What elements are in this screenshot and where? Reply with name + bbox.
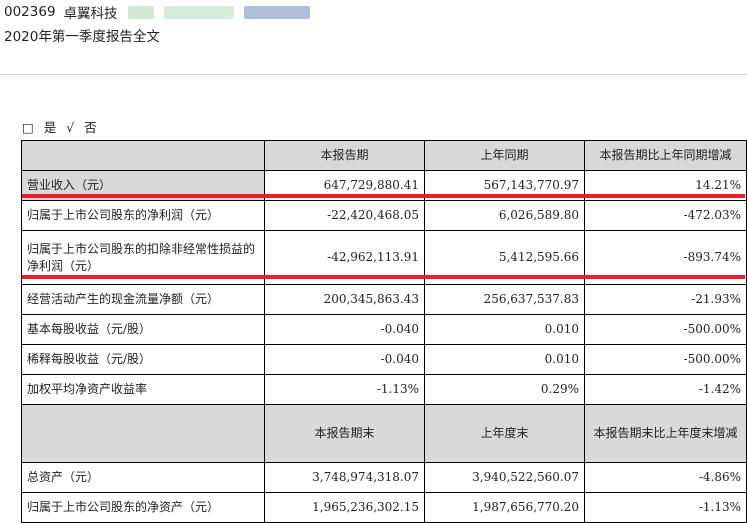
table-row: 加权平均净资产收益率 -1.13% 0.29% -1.42% xyxy=(21,374,747,405)
prior-value: 1,987,656,770.20 xyxy=(424,492,585,523)
change-value: -21.93% xyxy=(584,284,747,315)
header-cell: 上年同期 xyxy=(424,140,585,171)
prior-value: 256,637,537.83 xyxy=(424,284,585,315)
row-label: 归属于上市公司股东的净利润（元） xyxy=(21,200,265,231)
table-row: 稀释每股收益（元/股） -0.040 0.010 -500.00% xyxy=(21,344,747,375)
highlight-underline xyxy=(22,275,745,279)
row-label: 经营活动产生的现金流量净额（元） xyxy=(21,284,265,315)
checkmark-icon: √ xyxy=(66,120,75,135)
change-value: -500.00% xyxy=(584,344,747,375)
document-header: 002369 卓翼科技 xyxy=(4,2,310,22)
prior-value: 3,940,522,560.07 xyxy=(424,462,585,493)
prior-value: 6,026,589.80 xyxy=(424,200,585,231)
redacted-block xyxy=(127,5,154,19)
row-label: 总资产（元） xyxy=(21,462,265,493)
header-cell: 本报告期比上年同期增减 xyxy=(584,140,747,171)
current-value: -0.040 xyxy=(264,314,425,345)
current-value: -22,420,468.05 xyxy=(264,200,425,231)
table-row: 归属于上市公司股东的净利润（元） -22,420,468.05 6,026,58… xyxy=(21,200,747,231)
current-value: 1,965,236,302.15 xyxy=(264,492,425,523)
header-divider xyxy=(0,74,747,75)
header-cell: 本报告期 xyxy=(264,140,425,171)
current-value: -0.040 xyxy=(264,344,425,375)
document-title: 2020年第一季度报告全文 xyxy=(4,29,160,45)
table-header-row: 本报告期末 上年度末 本报告期末比上年度末增减 xyxy=(21,404,747,463)
choice-yes-label: 是 xyxy=(43,120,57,135)
table-row: 归属于上市公司股东的净资产（元） 1,965,236,302.15 1,987,… xyxy=(21,492,747,523)
row-label: 稀释每股收益（元/股） xyxy=(21,344,265,375)
table-row: 总资产（元） 3,748,974,318.07 3,940,522,560.07… xyxy=(21,462,747,493)
table-row: 基本每股收益（元/股） -0.040 0.010 -500.00% xyxy=(21,314,747,345)
current-value: 3,748,974,318.07 xyxy=(264,462,425,493)
redacted-block xyxy=(243,5,310,19)
header-cell: 本报告期末比上年度末增减 xyxy=(584,404,747,463)
row-label: 基本每股收益（元/股） xyxy=(21,314,265,345)
header-cell: 本报告期末 xyxy=(264,404,425,463)
stock-code: 002369 xyxy=(4,4,56,20)
current-value: -1.13% xyxy=(264,374,425,405)
prior-value: 0.29% xyxy=(424,374,585,405)
header-cell: 上年度末 xyxy=(424,404,585,463)
highlight-underline xyxy=(22,194,745,198)
redacted-block xyxy=(163,5,234,19)
table-row: 经营活动产生的现金流量净额（元） 200,345,863.43 256,637,… xyxy=(21,284,747,315)
choice-no-label: 否 xyxy=(84,120,97,135)
change-value: -4.86% xyxy=(584,462,747,493)
company-name: 卓翼科技 xyxy=(63,6,118,22)
restatement-choice: □ 是 √ 否 xyxy=(22,117,103,136)
checkbox-icon: □ xyxy=(22,120,34,135)
change-value: -500.00% xyxy=(584,314,747,345)
prior-value: 0.010 xyxy=(424,314,585,345)
change-value: -1.13% xyxy=(584,492,747,523)
header-cell xyxy=(21,140,265,171)
header-cell xyxy=(21,404,265,463)
table-header-row: 本报告期 上年同期 本报告期比上年同期增减 xyxy=(21,140,747,171)
current-value: 200,345,863.43 xyxy=(264,284,425,315)
change-value: -472.03% xyxy=(584,200,747,231)
row-label: 加权平均净资产收益率 xyxy=(21,374,265,405)
change-value: -1.42% xyxy=(584,374,747,405)
row-label: 归属于上市公司股东的净资产（元） xyxy=(21,492,265,523)
prior-value: 0.010 xyxy=(424,344,585,375)
